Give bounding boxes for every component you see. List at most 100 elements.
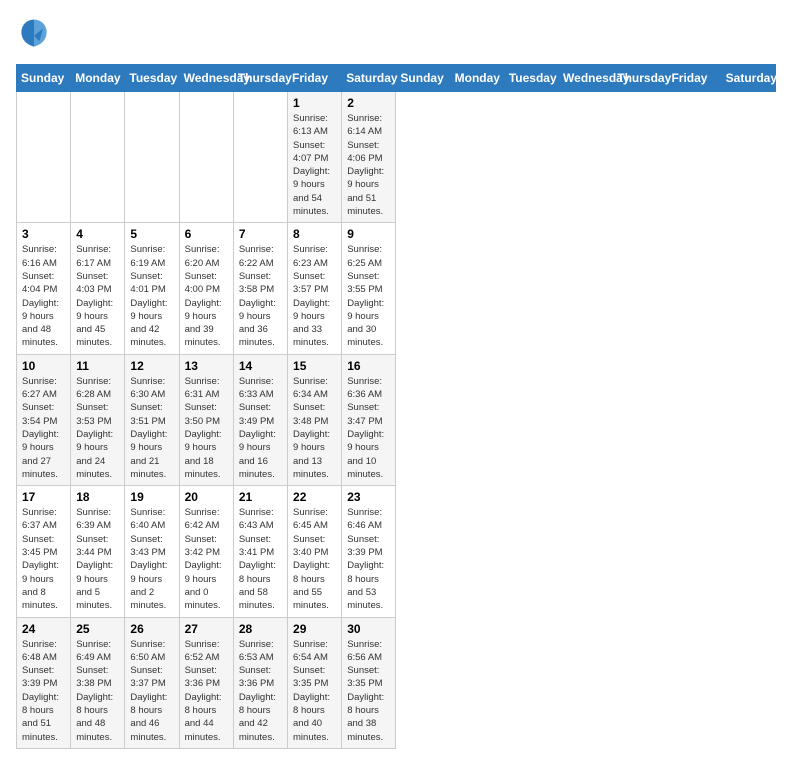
day-info: Sunrise: 6:46 AMSunset: 3:39 PMDaylight:… [347, 506, 390, 612]
calendar-cell: 29 Sunrise: 6:54 AMSunset: 3:35 PMDayligh… [288, 617, 342, 748]
day-info: Sunrise: 6:37 AMSunset: 3:45 PMDaylight:… [22, 506, 65, 612]
calendar-cell: 8Sunrise: 6:23 AMSunset: 3:57 PMDaylight… [288, 223, 342, 354]
calendar-cell: 15 Sunrise: 6:34 AMSunset: 3:48 PMDayligh… [288, 354, 342, 485]
calendar-week-2: 3Sunrise: 6:16 AMSunset: 4:04 PMDaylight… [17, 223, 776, 354]
day-info: Sunrise: 6:45 AMSunset: 3:40 PMDaylight:… [293, 506, 336, 612]
day-number: 27 [185, 622, 228, 636]
header-sunday: Sunday [396, 65, 450, 92]
header-tuesday: Tuesday [125, 65, 179, 92]
day-info: Sunrise: 6:36 AMSunset: 3:47 PMDaylight:… [347, 375, 390, 481]
calendar-cell [125, 92, 179, 223]
calendar-week-5: 24 Sunrise: 6:48 AMSunset: 3:39 PMDayligh… [17, 617, 776, 748]
day-info: Sunrise: 6:20 AMSunset: 4:00 PMDaylight:… [185, 243, 228, 349]
calendar-cell: 22 Sunrise: 6:45 AMSunset: 3:40 PMDayligh… [288, 486, 342, 617]
calendar-cell: 26 Sunrise: 6:50 AMSunset: 3:37 PMDayligh… [125, 617, 179, 748]
header-friday: Friday [288, 65, 342, 92]
calendar-cell [71, 92, 125, 223]
day-number: 14 [239, 359, 282, 373]
calendar-cell: 6 Sunrise: 6:20 AMSunset: 4:00 PMDaylight… [179, 223, 233, 354]
calendar-cell [233, 92, 287, 223]
day-info: Sunrise: 6:48 AMSunset: 3:39 PMDaylight:… [22, 638, 65, 744]
calendar-cell: 3Sunrise: 6:16 AMSunset: 4:04 PMDaylight… [17, 223, 71, 354]
day-number: 12 [130, 359, 173, 373]
calendar-cell: 18Sunrise: 6:39 AMSunset: 3:44 PMDayligh… [71, 486, 125, 617]
header-tuesday: Tuesday [504, 65, 558, 92]
header-saturday: Saturday [342, 65, 396, 92]
day-number: 15 [293, 359, 336, 373]
day-info: Sunrise: 6:31 AMSunset: 3:50 PMDaylight:… [185, 375, 228, 481]
calendar-cell: 21 Sunrise: 6:43 AMSunset: 3:41 PMDayligh… [233, 486, 287, 617]
logo-icon [16, 16, 52, 52]
header-monday: Monday [450, 65, 504, 92]
day-info: Sunrise: 6:19 AMSunset: 4:01 PMDaylight:… [130, 243, 173, 349]
day-info: Sunrise: 6:16 AMSunset: 4:04 PMDaylight:… [22, 243, 65, 349]
day-number: 7 [239, 227, 282, 241]
calendar-cell [17, 92, 71, 223]
day-number: 6 [185, 227, 228, 241]
day-info: Sunrise: 6:39 AMSunset: 3:44 PMDaylight:… [76, 506, 119, 612]
calendar-cell: 19 Sunrise: 6:40 AMSunset: 3:43 PMDayligh… [125, 486, 179, 617]
day-info: Sunrise: 6:17 AMSunset: 4:03 PMDaylight:… [76, 243, 119, 349]
calendar-cell: 12 Sunrise: 6:30 AMSunset: 3:51 PMDayligh… [125, 354, 179, 485]
day-info: Sunrise: 6:43 AMSunset: 3:41 PMDaylight:… [239, 506, 282, 612]
day-info: Sunrise: 6:25 AMSunset: 3:55 PMDaylight:… [347, 243, 390, 349]
day-info: Sunrise: 6:54 AMSunset: 3:35 PMDaylight:… [293, 638, 336, 744]
day-number: 28 [239, 622, 282, 636]
day-info: Sunrise: 6:34 AMSunset: 3:48 PMDaylight:… [293, 375, 336, 481]
day-info: Sunrise: 6:33 AMSunset: 3:49 PMDaylight:… [239, 375, 282, 481]
day-number: 23 [347, 490, 390, 504]
calendar-cell: 2Sunrise: 6:14 AMSunset: 4:06 PMDaylight… [342, 92, 396, 223]
calendar-cell: 16 Sunrise: 6:36 AMSunset: 3:47 PMDayligh… [342, 354, 396, 485]
calendar-table: SundayMondayTuesdayWednesdayThursdayFrid… [16, 64, 776, 749]
calendar-week-3: 10Sunrise: 6:27 AMSunset: 3:54 PMDayligh… [17, 354, 776, 485]
day-info: Sunrise: 6:28 AMSunset: 3:53 PMDaylight:… [76, 375, 119, 481]
calendar-cell: 1 Sunrise: 6:13 AMSunset: 4:07 PMDaylight… [288, 92, 342, 223]
header-sunday: Sunday [17, 65, 71, 92]
day-number: 24 [22, 622, 65, 636]
calendar-header-row: SundayMondayTuesdayWednesdayThursdayFrid… [17, 65, 776, 92]
header-saturday: Saturday [721, 65, 775, 92]
calendar-cell: 5 Sunrise: 6:19 AMSunset: 4:01 PMDaylight… [125, 223, 179, 354]
calendar-cell: 7Sunrise: 6:22 AMSunset: 3:58 PMDaylight… [233, 223, 287, 354]
day-number: 20 [185, 490, 228, 504]
day-number: 21 [239, 490, 282, 504]
day-info: Sunrise: 6:30 AMSunset: 3:51 PMDaylight:… [130, 375, 173, 481]
day-info: Sunrise: 6:50 AMSunset: 3:37 PMDaylight:… [130, 638, 173, 744]
day-number: 26 [130, 622, 173, 636]
calendar-cell: 13 Sunrise: 6:31 AMSunset: 3:50 PMDayligh… [179, 354, 233, 485]
day-number: 30 [347, 622, 390, 636]
calendar-cell: 11Sunrise: 6:28 AMSunset: 3:53 PMDayligh… [71, 354, 125, 485]
day-info: Sunrise: 6:42 AMSunset: 3:42 PMDaylight:… [185, 506, 228, 612]
header-wednesday: Wednesday [559, 65, 613, 92]
day-info: Sunrise: 6:13 AMSunset: 4:07 PMDaylight:… [293, 112, 336, 218]
calendar-cell: 4Sunrise: 6:17 AMSunset: 4:03 PMDaylight… [71, 223, 125, 354]
day-number: 29 [293, 622, 336, 636]
day-number: 13 [185, 359, 228, 373]
day-info: Sunrise: 6:49 AMSunset: 3:38 PMDaylight:… [76, 638, 119, 744]
day-info: Sunrise: 6:23 AMSunset: 3:57 PMDaylight:… [293, 243, 336, 349]
day-info: Sunrise: 6:53 AMSunset: 3:36 PMDaylight:… [239, 638, 282, 744]
calendar-cell: 10Sunrise: 6:27 AMSunset: 3:54 PMDayligh… [17, 354, 71, 485]
day-number: 9 [347, 227, 390, 241]
day-number: 1 [293, 96, 336, 110]
day-info: Sunrise: 6:40 AMSunset: 3:43 PMDaylight:… [130, 506, 173, 612]
day-number: 22 [293, 490, 336, 504]
page-header [16, 16, 776, 52]
calendar-cell: 28 Sunrise: 6:53 AMSunset: 3:36 PMDayligh… [233, 617, 287, 748]
day-info: Sunrise: 6:56 AMSunset: 3:35 PMDaylight:… [347, 638, 390, 744]
day-number: 19 [130, 490, 173, 504]
header-monday: Monday [71, 65, 125, 92]
logo [16, 16, 58, 52]
header-thursday: Thursday [613, 65, 667, 92]
calendar-week-4: 17 Sunrise: 6:37 AMSunset: 3:45 PMDayligh… [17, 486, 776, 617]
day-number: 17 [22, 490, 65, 504]
calendar-week-1: 1 Sunrise: 6:13 AMSunset: 4:07 PMDaylight… [17, 92, 776, 223]
day-info: Sunrise: 6:27 AMSunset: 3:54 PMDaylight:… [22, 375, 65, 481]
calendar-cell: 9 Sunrise: 6:25 AMSunset: 3:55 PMDaylight… [342, 223, 396, 354]
day-number: 2 [347, 96, 390, 110]
calendar-cell: 30 Sunrise: 6:56 AMSunset: 3:35 PMDayligh… [342, 617, 396, 748]
calendar-cell: 17 Sunrise: 6:37 AMSunset: 3:45 PMDayligh… [17, 486, 71, 617]
calendar-cell: 24 Sunrise: 6:48 AMSunset: 3:39 PMDayligh… [17, 617, 71, 748]
day-number: 16 [347, 359, 390, 373]
day-number: 5 [130, 227, 173, 241]
